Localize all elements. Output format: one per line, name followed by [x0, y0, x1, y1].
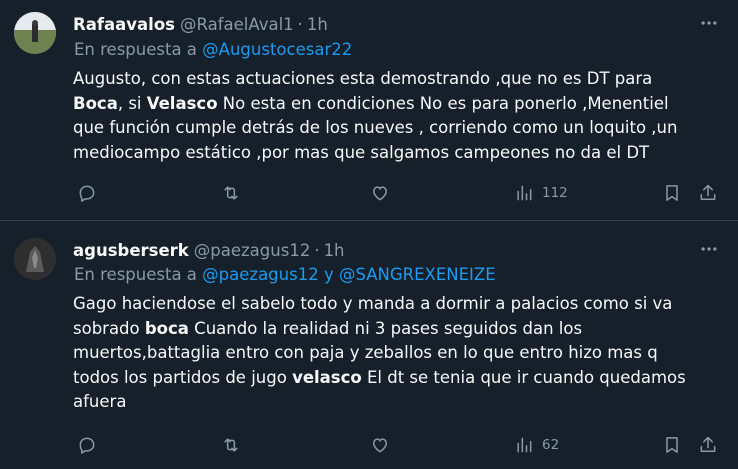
- tweet[interactable]: agusberserk @paezagus12 · 1h En respuest…: [0, 0, 738, 469]
- reply-context: En respuesta a @paezagus12 y @SANGREXENE…: [74, 265, 496, 284]
- like-button[interactable]: [370, 433, 390, 457]
- views-button[interactable]: 62: [514, 433, 559, 457]
- tweet-text: Gago haciendose el sabelo todo y manda a…: [73, 292, 713, 415]
- text-line: muertos,battaglia entro con paja y zebal…: [73, 343, 658, 362]
- action-bar: 62: [73, 433, 723, 457]
- retweet-icon: [224, 438, 238, 452]
- reply-button[interactable]: [77, 433, 97, 457]
- timestamp[interactable]: 1h: [324, 241, 345, 260]
- retweet-button[interactable]: [221, 433, 241, 457]
- bold-keyword: boca: [144, 318, 189, 338]
- text-line: Gago haciendose el sabelo todo y manda a…: [73, 294, 673, 313]
- share-icon: [700, 436, 716, 452]
- text-span: sobrado: [73, 318, 145, 338]
- tweet-header: agusberserk @paezagus12 · 1h: [73, 238, 345, 262]
- reply-bubble-icon: [79, 437, 95, 455]
- text-line: afuera: [73, 392, 127, 411]
- text-span: Cuando la realidad ni 3 pases seguidos d…: [188, 318, 583, 338]
- more-options-button[interactable]: [698, 238, 720, 260]
- mention-link[interactable]: @paezagus12: [202, 265, 319, 284]
- reply-join: y: [323, 265, 334, 284]
- user-handle[interactable]: @paezagus12: [194, 241, 311, 260]
- share-button[interactable]: [698, 433, 718, 457]
- timeline-feed: Rafaavalos @RafaelAval1 · 1h En respuest…: [0, 0, 738, 469]
- reply-prefix: En respuesta a: [74, 265, 197, 284]
- text-line: sobrado boca Cuando la realidad ni 3 pas…: [73, 317, 713, 342]
- text-span: todos los partidos de jugo: [73, 367, 293, 387]
- avatar[interactable]: [14, 238, 56, 280]
- bookmark-button[interactable]: [662, 433, 682, 457]
- display-name[interactable]: agusberserk: [73, 241, 189, 260]
- bold-keyword: velasco: [292, 367, 362, 387]
- more-horizontal-icon: [701, 247, 717, 251]
- text-span: El dt se tenia que ir cuando quedamos: [361, 367, 686, 387]
- mention-link[interactable]: @SANGREXENEIZE: [339, 265, 496, 284]
- heart-icon: [372, 438, 388, 453]
- bookmark-icon: [666, 437, 678, 453]
- separator-dot: ·: [314, 240, 320, 260]
- bar-chart-icon: [517, 437, 532, 453]
- text-line: todos los partidos de jugo velasco El dt…: [73, 366, 713, 391]
- view-count: 62: [542, 437, 560, 453]
